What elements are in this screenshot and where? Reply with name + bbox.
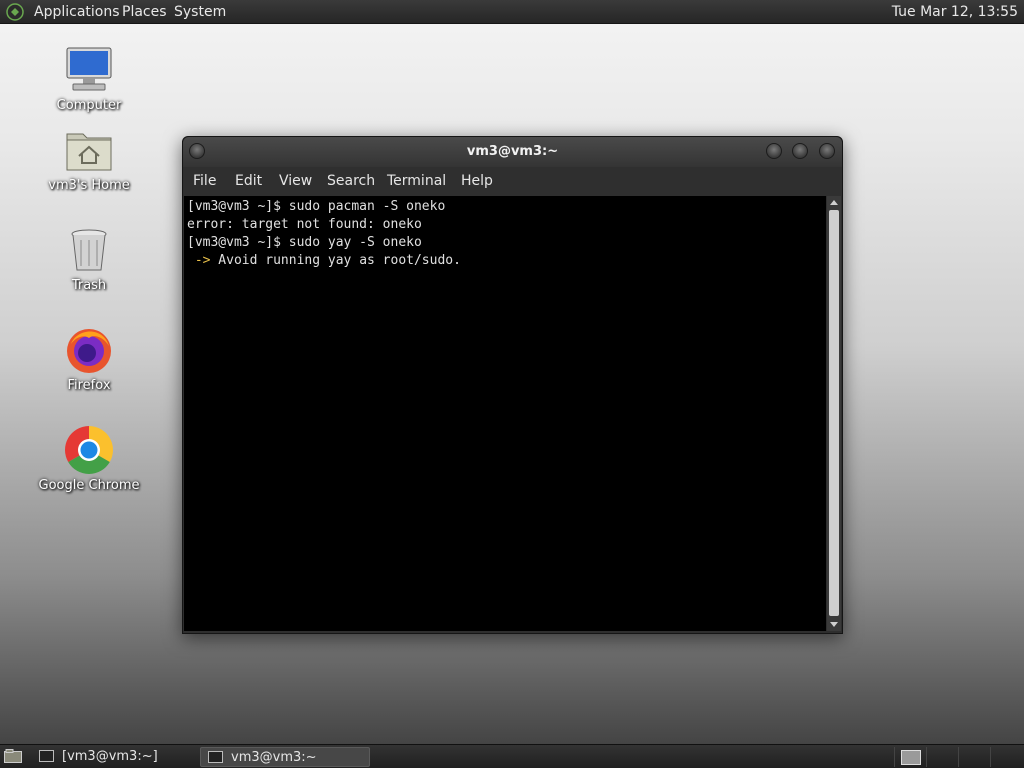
- taskbar-item-label: vm3@vm3:~: [231, 750, 317, 765]
- workspace-4[interactable]: [990, 747, 1020, 767]
- menu-edit[interactable]: Edit: [235, 173, 262, 189]
- computer-icon: [63, 44, 115, 96]
- mate-logo-icon[interactable]: [6, 3, 24, 21]
- home-folder-icon: [63, 124, 115, 176]
- clock[interactable]: Tue Mar 12, 13:55: [892, 3, 1018, 21]
- taskbar-item-label: [vm3@vm3:~]: [62, 749, 158, 764]
- workspace-1[interactable]: [894, 747, 924, 767]
- terminal-window[interactable]: vm3@vm3:~ File Edit View Search Terminal…: [182, 136, 843, 634]
- close-button[interactable]: [819, 143, 835, 159]
- terminal-output[interactable]: [vm3@vm3 ~]$ sudo pacman -S oneko error: …: [184, 196, 826, 631]
- show-desktop-icon[interactable]: [4, 749, 22, 763]
- firefox-icon: [63, 324, 115, 376]
- system-menu[interactable]: System: [174, 3, 226, 21]
- terminal-icon: [208, 751, 223, 763]
- scroll-up-icon[interactable]: [830, 200, 838, 205]
- warning-arrow: ->: [187, 253, 211, 268]
- desktop-icon-label: vm3's Home: [48, 178, 130, 193]
- menu-view[interactable]: View: [279, 173, 312, 189]
- chrome-icon: [63, 424, 115, 476]
- terminal-line: [vm3@vm3 ~]$ sudo pacman -S oneko: [187, 199, 446, 214]
- minimize-button[interactable]: [766, 143, 782, 159]
- trash-icon: [63, 224, 115, 276]
- taskbar-item-active[interactable]: vm3@vm3:~: [200, 747, 370, 767]
- workspace-preview-icon: [901, 750, 921, 765]
- desktop-icon-trash[interactable]: Trash: [34, 224, 144, 293]
- desktop-icon-label: Computer: [56, 98, 122, 113]
- desktop-icon-home[interactable]: vm3's Home: [34, 124, 144, 193]
- window-title: vm3@vm3:~: [466, 144, 559, 159]
- desktop-icon-label: Firefox: [67, 378, 111, 393]
- bottom-panel: [vm3@vm3:~] vm3@vm3:~: [0, 744, 1024, 768]
- terminal-line-warning: -> Avoid running yay as root/sudo.: [187, 253, 461, 268]
- menu-search[interactable]: Search: [327, 173, 375, 189]
- menu-file[interactable]: File: [193, 173, 216, 189]
- window-titlebar[interactable]: vm3@vm3:~: [183, 137, 842, 167]
- maximize-button[interactable]: [792, 143, 808, 159]
- desktop-icon-label: Trash: [71, 278, 107, 293]
- desktop-icon-chrome[interactable]: Google Chrome: [34, 424, 144, 493]
- terminal-line: [vm3@vm3 ~]$ sudo yay -S oneko: [187, 235, 422, 250]
- desktop-icon-label: Google Chrome: [38, 478, 140, 493]
- terminal-menubar: File Edit View Search Terminal Help: [183, 167, 842, 196]
- terminal-scrollbar[interactable]: [827, 196, 841, 631]
- places-menu[interactable]: Places: [122, 3, 167, 21]
- applications-menu[interactable]: Applications: [34, 3, 120, 21]
- top-panel: Applications Places System Tue Mar 12, 1…: [0, 0, 1024, 24]
- menu-terminal[interactable]: Terminal: [387, 173, 446, 189]
- terminal-icon: [39, 750, 54, 762]
- desktop-icon-firefox[interactable]: Firefox: [34, 324, 144, 393]
- workspace-3[interactable]: [958, 747, 988, 767]
- menu-help[interactable]: Help: [461, 173, 493, 189]
- terminal-line: error: target not found: oneko: [187, 217, 422, 232]
- workspace-2[interactable]: [926, 747, 956, 767]
- taskbar-item[interactable]: [vm3@vm3:~]: [32, 747, 196, 767]
- scroll-down-icon[interactable]: [830, 622, 838, 627]
- scrollbar-thumb[interactable]: [829, 210, 839, 616]
- desktop-icon-computer[interactable]: Computer: [34, 44, 144, 113]
